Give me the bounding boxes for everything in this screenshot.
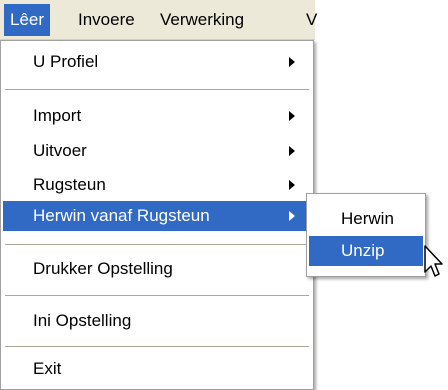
submenu-arrow-icon xyxy=(289,146,295,156)
submenu-arrow-icon xyxy=(289,111,295,121)
menu-item-herwin-vanaf-rugsteun[interactable]: Herwin vanaf Rugsteun xyxy=(3,201,311,231)
submenu-item-herwin[interactable]: Herwin xyxy=(309,204,423,234)
menu-item-rugsteun[interactable]: Rugsteun xyxy=(3,170,311,200)
menu-item-label: Rugsteun xyxy=(33,175,106,194)
menu-item-u-profiel[interactable]: U Profiel xyxy=(3,47,311,77)
menu-item-label: Herwin xyxy=(341,209,394,228)
menu-invoere[interactable]: Invoere xyxy=(72,4,141,36)
submenu-arrow-icon xyxy=(289,57,295,67)
menu-item-label: Ini Opstelling xyxy=(33,311,132,330)
submenu-arrow-icon xyxy=(289,180,295,190)
menu-item-label: U Profiel xyxy=(33,52,99,71)
menu-separator xyxy=(5,295,309,297)
menu-item-label: Import xyxy=(33,106,82,125)
menu-item-uitvoer[interactable]: Uitvoer xyxy=(3,136,311,166)
file-menu: U Profiel Import Uitvoer Rugsteun Herwin… xyxy=(0,40,314,390)
arrow-pointer-icon xyxy=(424,245,443,277)
submenu-arrow-icon xyxy=(289,211,295,221)
menu-item-label: Exit xyxy=(33,359,62,378)
herwin-submenu: Herwin Unzip xyxy=(306,193,426,277)
menu-item-label: Unzip xyxy=(341,241,385,260)
menu-separator xyxy=(5,346,309,348)
menu-separator xyxy=(5,89,309,91)
menu-file[interactable]: Lêer xyxy=(4,4,51,36)
menu-item-label: Uitvoer xyxy=(33,141,87,160)
menu-separator xyxy=(5,244,309,246)
menu-item-drukker-opstelling[interactable]: Drukker Opstelling xyxy=(3,254,311,284)
menu-item-label: Herwin vanaf Rugsteun xyxy=(33,206,210,225)
menu-item-exit[interactable]: Exit xyxy=(3,354,311,384)
menu-item-import[interactable]: Import xyxy=(3,101,311,131)
menu-verwerking[interactable]: Verwerking xyxy=(154,4,250,36)
submenu-item-unzip[interactable]: Unzip xyxy=(309,236,423,266)
menu-item-label: Drukker Opstelling xyxy=(33,259,173,278)
menu-v[interactable]: V xyxy=(303,4,317,36)
menu-item-ini-opstelling[interactable]: Ini Opstelling xyxy=(3,306,311,336)
menu-bar: Lêer Invoere Verwerking V xyxy=(0,0,317,40)
